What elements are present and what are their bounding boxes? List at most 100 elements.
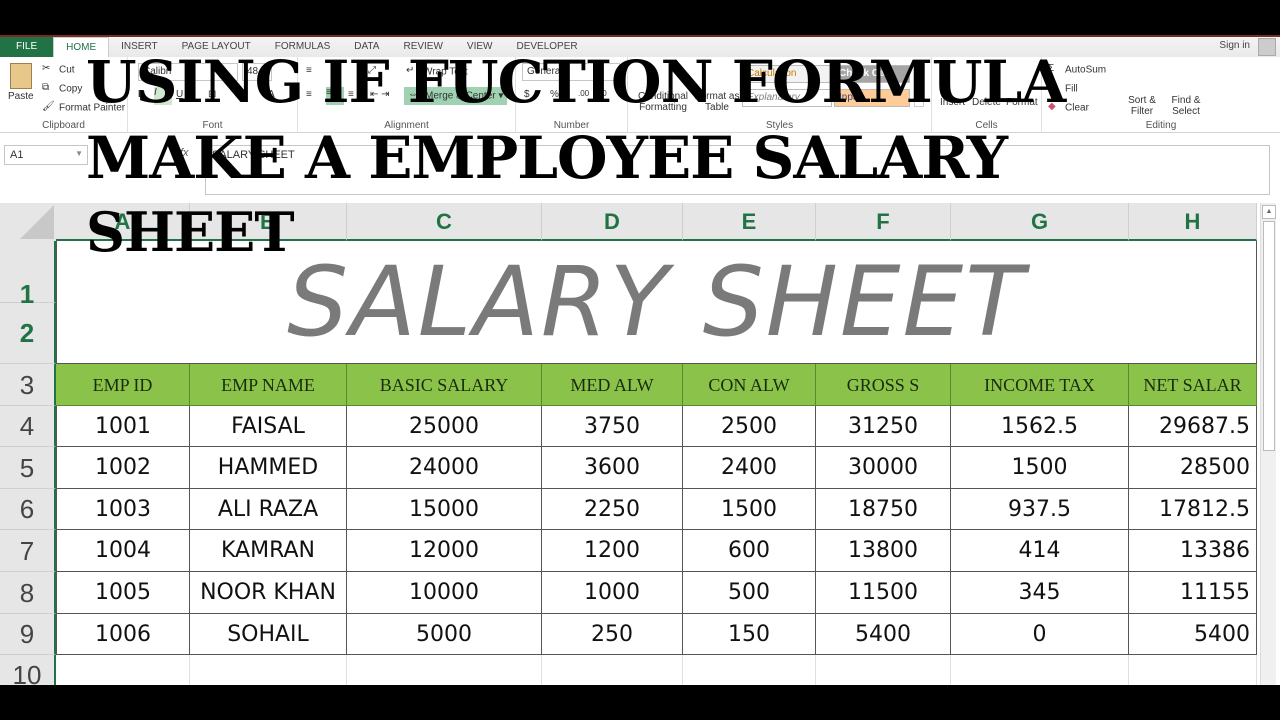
- align-top-icon[interactable]: ≡: [306, 65, 312, 76]
- row-header-4[interactable]: 4: [0, 406, 56, 447]
- table-header-cell[interactable]: MED ALW: [542, 364, 683, 406]
- tab-insert[interactable]: INSERT: [109, 37, 170, 57]
- empty-cell[interactable]: [190, 655, 347, 685]
- tab-data[interactable]: DATA: [342, 37, 391, 57]
- sign-in-link[interactable]: Sign in: [1219, 40, 1250, 51]
- emp-id-cell[interactable]: 1002: [56, 447, 190, 489]
- emp-name-cell[interactable]: NOOR KHAN: [190, 572, 347, 614]
- autosum-button[interactable]: Σ AutoSum: [1048, 63, 1106, 77]
- tab-page-layout[interactable]: PAGE LAYOUT: [170, 37, 263, 57]
- underline-button[interactable]: U: [176, 89, 183, 100]
- value-cell[interactable]: 3600: [542, 447, 683, 489]
- increase-decimal-icon[interactable]: .00: [578, 89, 589, 98]
- column-header-b[interactable]: B: [190, 203, 347, 241]
- emp-id-cell[interactable]: 1004: [56, 530, 190, 572]
- value-cell[interactable]: 414: [951, 530, 1129, 572]
- orientation-icon[interactable]: ⤢: [368, 65, 376, 76]
- user-avatar-icon[interactable]: [1258, 38, 1276, 56]
- align-center-icon[interactable]: ≡: [326, 87, 344, 105]
- insert-cells-button[interactable]: Insert: [940, 97, 965, 108]
- value-cell[interactable]: 345: [951, 572, 1129, 614]
- value-cell[interactable]: 2400: [683, 447, 816, 489]
- align-left-icon[interactable]: ≡: [306, 89, 312, 100]
- value-cell[interactable]: 2500: [683, 406, 816, 447]
- number-format-select[interactable]: General: [522, 63, 620, 81]
- cut-button[interactable]: ✂ Cut: [42, 63, 75, 77]
- column-header-d[interactable]: D: [542, 203, 683, 241]
- style-calculation[interactable]: Calculation: [742, 65, 832, 83]
- emp-id-cell[interactable]: 1005: [56, 572, 190, 614]
- format-cells-button[interactable]: Format: [1006, 97, 1038, 108]
- delete-cells-button[interactable]: Delete: [972, 97, 1001, 108]
- value-cell[interactable]: 1500: [683, 489, 816, 530]
- font-color-icon[interactable]: A: [268, 89, 275, 100]
- empty-cell[interactable]: [542, 655, 683, 685]
- value-cell[interactable]: 13800: [816, 530, 951, 572]
- value-cell[interactable]: 5000: [347, 614, 542, 655]
- value-cell[interactable]: 1562.5: [951, 406, 1129, 447]
- value-cell[interactable]: 29687.5: [1129, 406, 1257, 447]
- currency-button[interactable]: $: [524, 89, 530, 100]
- formula-input[interactable]: SALARY SHEET: [205, 145, 1270, 195]
- font-size-select[interactable]: 48: [242, 63, 272, 81]
- style-check-cell[interactable]: Check Cell: [834, 65, 910, 83]
- value-cell[interactable]: 25000: [347, 406, 542, 447]
- percent-button[interactable]: %: [550, 89, 559, 100]
- italic-button[interactable]: I: [154, 87, 172, 105]
- value-cell[interactable]: 1000: [542, 572, 683, 614]
- emp-name-cell[interactable]: HAMMED: [190, 447, 347, 489]
- clear-button[interactable]: ◆ Clear: [1048, 101, 1089, 115]
- borders-icon[interactable]: ⊞: [208, 89, 216, 100]
- emp-name-cell[interactable]: FAISAL: [190, 406, 347, 447]
- wrap-text-button[interactable]: ↵ Wrap Text: [406, 65, 468, 79]
- row-header-8[interactable]: 8: [0, 572, 56, 614]
- row-header-9[interactable]: 9: [0, 614, 56, 655]
- column-header-e[interactable]: E: [683, 203, 816, 241]
- empty-cell[interactable]: [951, 655, 1129, 685]
- value-cell[interactable]: 150: [683, 614, 816, 655]
- bold-button[interactable]: B: [138, 89, 145, 100]
- column-header-a[interactable]: A: [56, 203, 190, 241]
- align-right-icon[interactable]: ≡: [348, 89, 354, 100]
- decrease-decimal-icon[interactable]: .0: [600, 89, 607, 98]
- tab-home[interactable]: HOME: [53, 37, 110, 57]
- emp-id-cell[interactable]: 1006: [56, 614, 190, 655]
- style-input[interactable]: Input: [834, 89, 910, 107]
- conditional-formatting-button[interactable]: Conditional Formatting: [634, 91, 692, 113]
- fx-icon[interactable]: fx: [180, 147, 189, 159]
- tab-formulas[interactable]: FORMULAS: [263, 37, 343, 57]
- sort-filter-button[interactable]: Sort & Filter: [1124, 95, 1160, 117]
- format-painter-button[interactable]: 🖌 Format Painter: [42, 101, 125, 115]
- tab-view[interactable]: VIEW: [455, 37, 505, 57]
- table-header-cell[interactable]: INCOME TAX: [951, 364, 1129, 406]
- merged-title-cell[interactable]: SALARY SHEET: [56, 241, 1257, 364]
- name-box[interactable]: A1 ▼: [4, 145, 88, 165]
- column-header-f[interactable]: F: [816, 203, 951, 241]
- fill-color-icon[interactable]: ◈: [238, 89, 246, 100]
- value-cell[interactable]: 600: [683, 530, 816, 572]
- value-cell[interactable]: 1500: [951, 447, 1129, 489]
- table-header-cell[interactable]: CON ALW: [683, 364, 816, 406]
- merge-center-button[interactable]: ⇔ Merge & Center ▾: [404, 87, 508, 105]
- empty-cell[interactable]: [683, 655, 816, 685]
- empty-cell[interactable]: [1129, 655, 1257, 685]
- value-cell[interactable]: 500: [683, 572, 816, 614]
- fill-button[interactable]: ⬇ Fill: [1048, 82, 1078, 96]
- column-header-h[interactable]: H: [1129, 203, 1257, 241]
- scroll-thumb[interactable]: [1263, 221, 1275, 451]
- value-cell[interactable]: 13386: [1129, 530, 1257, 572]
- table-header-cell[interactable]: EMP ID: [56, 364, 190, 406]
- row-header-5[interactable]: 5: [0, 447, 56, 489]
- value-cell[interactable]: 15000: [347, 489, 542, 530]
- format-as-table-button[interactable]: Format as Table: [694, 91, 740, 113]
- value-cell[interactable]: 11500: [816, 572, 951, 614]
- value-cell[interactable]: 11155: [1129, 572, 1257, 614]
- row-header-10[interactable]: 10: [0, 655, 56, 685]
- row-header-7[interactable]: 7: [0, 530, 56, 572]
- emp-name-cell[interactable]: KAMRAN: [190, 530, 347, 572]
- value-cell[interactable]: 3750: [542, 406, 683, 447]
- value-cell[interactable]: 5400: [1129, 614, 1257, 655]
- tab-review[interactable]: REVIEW: [391, 37, 454, 57]
- table-header-cell[interactable]: NET SALAR: [1129, 364, 1257, 406]
- value-cell[interactable]: 5400: [816, 614, 951, 655]
